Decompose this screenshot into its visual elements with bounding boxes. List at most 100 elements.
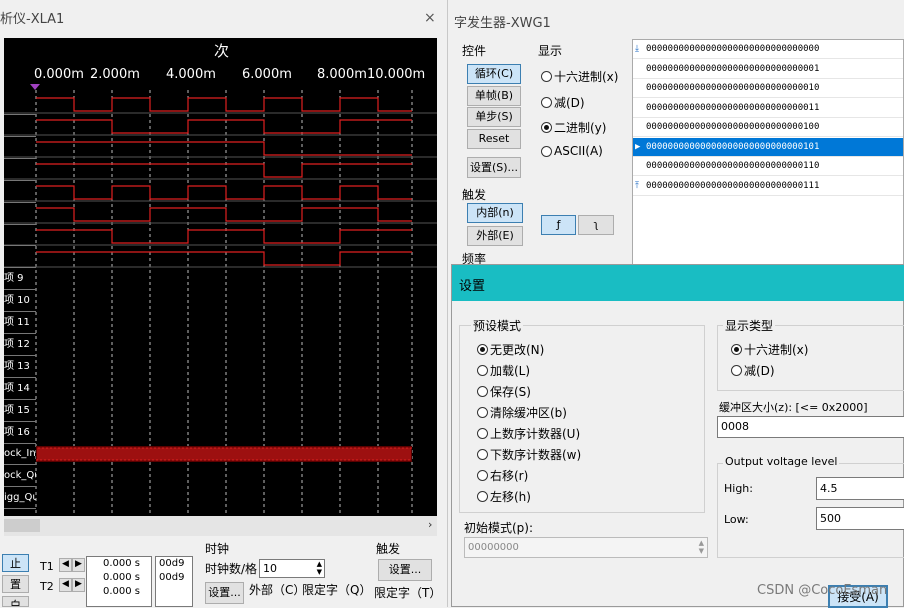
display-dec-radio[interactable]: 减(D) bbox=[541, 94, 585, 111]
horizontal-scrollbar[interactable]: › bbox=[4, 516, 437, 536]
trigger-marker-icon bbox=[30, 84, 40, 90]
clock-group-title: 时钟 bbox=[205, 542, 230, 556]
reset-button[interactable]: Reset bbox=[467, 129, 521, 149]
t1-left-arrow-icon[interactable]: ◀ bbox=[59, 558, 72, 572]
channel-label: 项 12 bbox=[4, 334, 36, 356]
current-marker-icon: ▶ bbox=[635, 141, 641, 152]
radio-icon bbox=[477, 428, 488, 439]
channel-label bbox=[4, 93, 36, 115]
word-value: 00000000000000000000000000000011 bbox=[646, 102, 820, 113]
stop-button[interactable]: 止 bbox=[2, 554, 29, 572]
radio-option[interactable]: 十六进制(x) bbox=[731, 341, 808, 358]
radio-label: 无更改(N) bbox=[490, 343, 545, 357]
radio-icon bbox=[541, 97, 552, 108]
word-row[interactable]: 00000000000000000000000000000111 ⤒ bbox=[633, 177, 903, 196]
falling-edge-button[interactable]: ʅ bbox=[578, 215, 614, 235]
radio-selected-icon bbox=[541, 122, 552, 133]
word-row[interactable]: 00000000000000000000000000000110 bbox=[633, 157, 903, 176]
waveform-ch8 bbox=[36, 251, 412, 266]
cycle-button[interactable]: 循环(C) bbox=[467, 64, 521, 84]
radio-option[interactable]: 右移(r) bbox=[477, 467, 528, 484]
t2-left-arrow-icon[interactable]: ◀ bbox=[59, 578, 72, 592]
radio-option[interactable]: 保存(S) bbox=[477, 383, 531, 400]
radio-option[interactable]: 减(D) bbox=[731, 362, 775, 379]
trigger-settings-button[interactable]: 设置... bbox=[378, 559, 432, 581]
waveform-ch1 bbox=[36, 97, 412, 112]
clock-per-div-label: 时钟数/格 bbox=[205, 562, 258, 576]
radio-option[interactable]: 左移(h) bbox=[477, 488, 531, 505]
burst-button[interactable]: 单帧(B) bbox=[467, 86, 521, 106]
word-value: 00000000000000000000000000000000 bbox=[646, 44, 820, 54]
radio-icon bbox=[477, 386, 488, 397]
scrollbar-thumb[interactable] bbox=[4, 519, 40, 532]
word-list[interactable]: 00000000000000000000000000000000 ⤓ 0000000… bbox=[632, 39, 904, 265]
trigger-external-button[interactable]: 外部(E) bbox=[467, 226, 523, 246]
word-row[interactable]: 00000000000000000000000000000101 ▶ bbox=[633, 137, 903, 157]
waveform-ch2 bbox=[36, 119, 412, 134]
radio-icon bbox=[731, 365, 742, 376]
settings-button[interactable]: 设置(S)... bbox=[467, 157, 521, 178]
display-ascii-radio[interactable]: ASCII(A) bbox=[541, 144, 603, 158]
close-icon[interactable]: × bbox=[424, 10, 436, 26]
controls-title: 控件 bbox=[462, 44, 487, 58]
radio-option[interactable]: 清除缓冲区(b) bbox=[477, 404, 567, 421]
channel-label: 项 10 bbox=[4, 290, 36, 313]
high-voltage-input[interactable]: 4.5 bbox=[816, 477, 904, 500]
radio-option[interactable]: 无更改(N) bbox=[477, 341, 544, 358]
channel-label bbox=[4, 159, 36, 181]
radio-selected-icon bbox=[477, 344, 488, 355]
clock-settings-button[interactable]: 设置... bbox=[205, 582, 244, 604]
word-row[interactable]: 00000000000000000000000000000010 bbox=[633, 79, 903, 98]
t2-t1-time: 0.000 s bbox=[103, 586, 141, 597]
clock-per-div-input[interactable]: 10 ▲ ▼ bbox=[259, 559, 325, 578]
channel-label bbox=[4, 224, 36, 247]
display-dec-label: 减(D) bbox=[554, 96, 585, 110]
channel-label bbox=[4, 203, 36, 225]
clock-per-div-value: 10 bbox=[263, 562, 277, 575]
channel-label bbox=[4, 181, 36, 203]
init-pattern-input[interactable]: 00000000 ▲ ▼ bbox=[464, 537, 708, 558]
radio-label: 减(D) bbox=[744, 364, 775, 378]
trigger-group-title: 触发 bbox=[376, 542, 401, 556]
t2-time: 0.000 s bbox=[103, 572, 141, 583]
word-row[interactable]: 00000000000000000000000000000000 ⤓ bbox=[633, 40, 903, 59]
spinner-icon[interactable]: ▲ ▼ bbox=[317, 560, 322, 576]
word-value: 00000000000000000000000000000010 bbox=[646, 83, 820, 93]
t1-label: T1 bbox=[40, 560, 54, 573]
reset-button[interactable]: 置 bbox=[2, 575, 29, 593]
spinner-icon[interactable]: ▲ ▼ bbox=[699, 539, 704, 555]
radio-label: 上数序计数器(U) bbox=[490, 427, 581, 441]
word-row[interactable]: 00000000000000000000000000000001 bbox=[633, 60, 903, 79]
rising-edge-button[interactable]: ƒ bbox=[541, 215, 576, 235]
t1-right-arrow-icon[interactable]: ▶ bbox=[72, 558, 85, 572]
step-button[interactable]: 单步(S) bbox=[467, 107, 521, 127]
radio-label: 下数序计数器(w) bbox=[490, 448, 582, 462]
radio-icon bbox=[477, 365, 488, 376]
scroll-right-icon[interactable]: › bbox=[428, 518, 432, 531]
trigger-qualifier-label: 限定字（T） bbox=[374, 586, 442, 600]
channel-label: 项 13 bbox=[4, 356, 36, 378]
word-value: 00000000000000000000000000000111 bbox=[646, 180, 820, 191]
waveform-area bbox=[4, 84, 437, 516]
display-hex-radio[interactable]: 十六进制(x) bbox=[541, 68, 618, 85]
t2-right-arrow-icon[interactable]: ▶ bbox=[72, 578, 85, 592]
trigger-internal-button[interactable]: 内部(n) bbox=[467, 203, 523, 223]
buffer-size-input[interactable]: 0008 bbox=[717, 416, 904, 438]
channel-label: ock_Qua bbox=[4, 465, 36, 488]
radio-option[interactable]: 加载(L) bbox=[477, 362, 530, 379]
dialog-title-bar[interactable]: 设置 bbox=[452, 265, 904, 301]
reverse-button[interactable]: 白 bbox=[2, 596, 29, 607]
display-hex-label: 十六进制(x) bbox=[554, 70, 619, 84]
display-bin-radio[interactable]: 二进制(y) bbox=[541, 119, 606, 136]
radio-icon bbox=[477, 491, 488, 502]
radio-option[interactable]: 上数序计数器(U) bbox=[477, 425, 580, 442]
channel-label: 项 11 bbox=[4, 312, 36, 334]
low-voltage-input[interactable]: 500 bbox=[816, 507, 904, 530]
word-row[interactable]: 00000000000000000000000000000011 bbox=[633, 99, 903, 118]
channel-label: 项 15 bbox=[4, 400, 36, 422]
word-row[interactable]: 00000000000000000000000000000100 bbox=[633, 118, 903, 137]
clock-waveform bbox=[36, 446, 412, 462]
radio-option[interactable]: 下数序计数器(w) bbox=[477, 446, 581, 463]
end-marker-icon: ⤒ bbox=[635, 180, 639, 191]
waveform-ch6 bbox=[36, 207, 412, 222]
